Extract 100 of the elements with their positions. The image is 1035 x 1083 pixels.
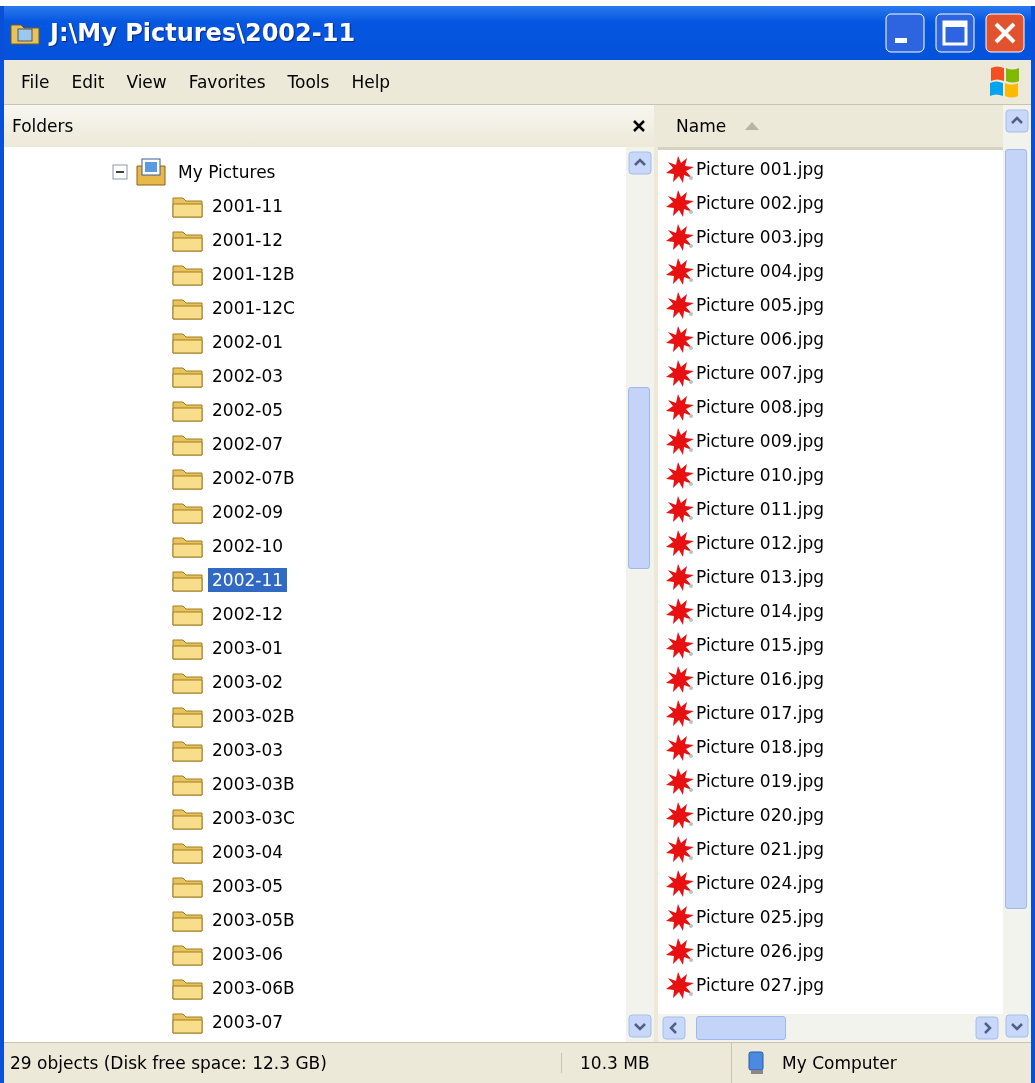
photo-entry[interactable]: Picture 015.jpg — [696, 635, 825, 655]
pictures-folder-icon — [136, 158, 166, 186]
splat-icon — [664, 630, 696, 660]
scrollbar-thumb[interactable] — [628, 387, 650, 569]
tree-item[interactable]: 2002-05 — [208, 398, 288, 422]
menu-item[interactable]: Help — [340, 68, 402, 96]
maximize-button[interactable] — [935, 13, 975, 53]
tree-item[interactable]: 2003-05 — [208, 874, 288, 898]
photo-entry[interactable]: Picture 005.jpg — [696, 295, 825, 315]
photo-entry[interactable]: Picture 010.jpg — [696, 465, 825, 485]
scroll-left-button[interactable] — [662, 1016, 686, 1040]
photo-entry[interactable]: Picture 014.jpg — [696, 601, 825, 621]
photo-entry[interactable]: Picture 003.jpg — [696, 227, 825, 247]
photo-entry[interactable]: Picture 011.jpg — [696, 499, 825, 519]
tree-item[interactable]: 2002-03 — [208, 364, 288, 388]
menu-item[interactable]: File — [10, 68, 61, 96]
photo-entry[interactable]: Picture 018.jpg — [696, 737, 825, 757]
scrollbar-thumb[interactable] — [696, 1016, 786, 1040]
folder-icon — [172, 908, 204, 932]
menu-item[interactable]: Favorites — [177, 68, 277, 96]
splat-icon — [664, 664, 696, 694]
folder-icon — [172, 500, 204, 524]
column-header[interactable]: Name — [676, 116, 727, 136]
photo-entry[interactable]: Picture 024.jpg — [696, 873, 825, 893]
close-button[interactable] — [985, 13, 1025, 53]
splat-icon — [664, 562, 696, 592]
tree-item[interactable]: 2003-05B — [208, 908, 299, 932]
status-text: 10.3 MB — [561, 1053, 731, 1073]
photo-entry[interactable]: Picture 004.jpg — [696, 261, 825, 281]
splat-icon — [664, 460, 696, 490]
splat-icon — [664, 324, 696, 354]
tree-item[interactable]: 2002-01 — [208, 330, 288, 354]
photo-entry[interactable]: Picture 008.jpg — [696, 397, 825, 417]
status-text: 29 objects (Disk free space: 12.3 GB) — [9, 1053, 328, 1073]
splat-icon — [664, 868, 696, 898]
tree-item[interactable]: My Pictures — [174, 160, 280, 184]
tree-item[interactable]: 2003-01 — [208, 636, 288, 660]
tree-item[interactable]: 2003-02 — [208, 670, 288, 694]
folder-icon — [172, 670, 204, 694]
folder-icon — [172, 534, 204, 558]
photo-entry[interactable]: Picture 027.jpg — [696, 975, 825, 995]
menu-item[interactable]: View — [115, 68, 178, 96]
tree-item[interactable]: 2003-03C — [208, 806, 299, 830]
tree-item[interactable]: 2003-03B — [208, 772, 299, 796]
photo-entry[interactable]: Picture 013.jpg — [696, 567, 825, 587]
splat-icon — [664, 188, 696, 218]
folder-icon — [172, 330, 204, 354]
photo-entry[interactable]: Picture 017.jpg — [696, 703, 825, 723]
photo-entry[interactable]: Picture 019.jpg — [696, 771, 825, 791]
photo-entry[interactable]: Picture 012.jpg — [696, 533, 825, 553]
photo-entry[interactable]: Picture 016.jpg — [696, 669, 825, 689]
menu-item[interactable]: Tools — [276, 68, 341, 96]
photo-entry[interactable]: Picture 021.jpg — [696, 839, 825, 859]
menu-item[interactable]: Edit — [60, 68, 116, 96]
folder-icon — [172, 194, 204, 218]
tree-item[interactable]: 2002-10 — [208, 534, 288, 558]
folder-icon — [172, 228, 204, 252]
tree-item[interactable]: 2002-12 — [208, 602, 288, 626]
tree-item[interactable]: 2003-03 — [208, 738, 288, 762]
splat-icon — [664, 222, 696, 252]
splat-icon — [664, 256, 696, 286]
scrollbar-thumb[interactable] — [1005, 149, 1027, 909]
close-icon[interactable] — [632, 119, 646, 133]
pane-title: Folders — [12, 116, 75, 136]
scroll-right-button[interactable] — [975, 1016, 999, 1040]
folder-icon — [172, 568, 204, 592]
scroll-down-button[interactable] — [628, 1014, 652, 1038]
tree-item[interactable]: 2002-07B — [208, 466, 299, 490]
splat-icon — [664, 154, 696, 184]
tree-item[interactable]: 2003-07 — [208, 1010, 288, 1034]
scroll-down-button[interactable] — [1005, 1014, 1029, 1038]
folder-icon — [172, 636, 204, 660]
tree-item[interactable]: 2002-07 — [208, 432, 288, 456]
splat-icon — [664, 528, 696, 558]
photo-entry[interactable]: Picture 025.jpg — [696, 907, 825, 927]
minimize-button[interactable] — [885, 13, 925, 53]
tree-item[interactable]: 2001-11 — [208, 194, 288, 218]
photo-entry[interactable]: Picture 009.jpg — [696, 431, 825, 451]
collapse-icon[interactable] — [112, 164, 128, 180]
scroll-up-button[interactable] — [628, 151, 652, 175]
tree-item[interactable]: 2003-02B — [208, 704, 299, 728]
photo-entry[interactable]: Picture 006.jpg — [696, 329, 825, 349]
tree-item[interactable]: 2001-12 — [208, 228, 288, 252]
photo-entry[interactable]: Picture 007.jpg — [696, 363, 825, 383]
tree-item[interactable]: 2001-12B — [208, 262, 299, 286]
scroll-up-button[interactable] — [1005, 109, 1029, 133]
photo-entry[interactable]: Picture 002.jpg — [696, 193, 825, 213]
tree-item[interactable]: 2001-12C — [208, 296, 299, 320]
photo-entry[interactable]: Picture 020.jpg — [696, 805, 825, 825]
splat-icon — [664, 290, 696, 320]
photo-entry[interactable]: Picture 001.jpg — [696, 159, 825, 179]
splat-icon — [664, 936, 696, 966]
tree-item[interactable]: 2002-09 — [208, 500, 288, 524]
photo-entry[interactable]: Picture 026.jpg — [696, 941, 825, 961]
tree-item[interactable]: 2003-06 — [208, 942, 288, 966]
tree-item[interactable]: 2003-04 — [208, 840, 288, 864]
tree-item[interactable]: 2003-06B — [208, 976, 299, 1000]
folder-icon — [172, 262, 204, 286]
sort-arrow-icon — [744, 121, 761, 131]
tree-item[interactable]: 2002-11 — [208, 568, 288, 592]
